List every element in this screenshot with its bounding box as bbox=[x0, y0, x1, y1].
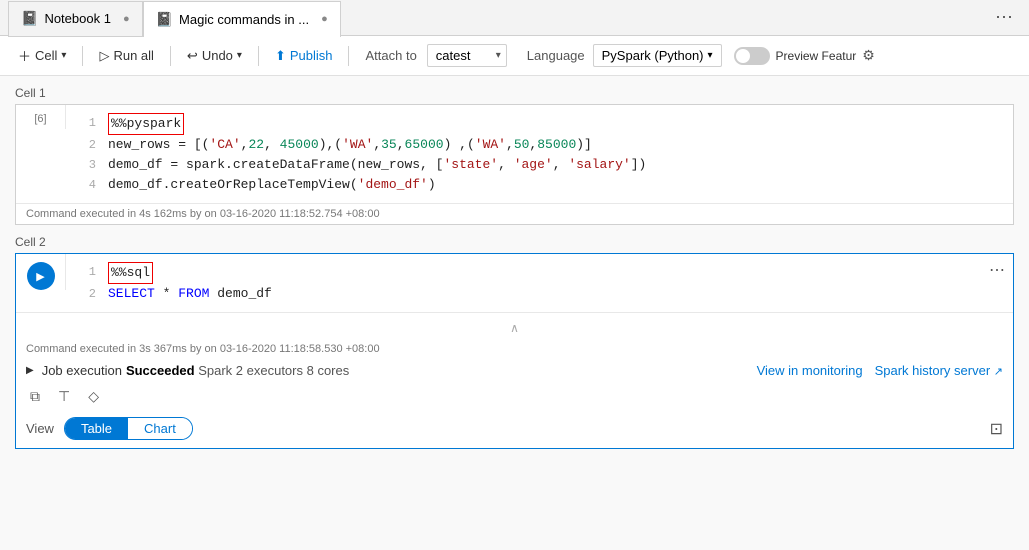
cell2-container: ▶ 1 %%sql 2 SELECT * FROM demo_df ⋯ ∧ Co… bbox=[15, 253, 1014, 449]
cell2-run-button[interactable]: ▶ bbox=[27, 262, 55, 290]
publish-button[interactable]: ⬆ Publish bbox=[267, 44, 341, 68]
cell1-magic-box: %%pyspark bbox=[108, 113, 184, 135]
cell2-output-area: ∧ Command executed in 3s 367ms by on 03-… bbox=[16, 312, 1013, 448]
cell1-code1: %%pyspark bbox=[108, 113, 184, 135]
cell1-run-area: [6] bbox=[16, 105, 66, 129]
external-link-icon: ↗ bbox=[994, 366, 1003, 378]
tab-bar: 📓 Notebook 1 ● 📓 Magic commands in ... ●… bbox=[0, 0, 1029, 36]
separator3 bbox=[258, 46, 259, 66]
tab-magic-commands[interactable]: 📓 Magic commands in ... ● bbox=[143, 1, 341, 37]
job-status-value: Succeeded bbox=[126, 363, 195, 378]
export-icon[interactable]: ⊡ bbox=[990, 419, 1003, 439]
cell-btn-label: Cell bbox=[35, 48, 57, 63]
undo-chevron-icon: ▾ bbox=[237, 50, 242, 61]
output-icons: ⧉ ⊤ ◇ bbox=[26, 382, 1003, 411]
cell2-footer: Command executed in 3s 367ms by on 03-16… bbox=[26, 339, 1003, 359]
tab-notebook1[interactable]: 📓 Notebook 1 ● bbox=[8, 1, 143, 37]
attach-to-select-wrapper: catest bbox=[427, 44, 507, 67]
plus-icon: ＋ bbox=[18, 46, 31, 65]
separator4 bbox=[348, 46, 349, 66]
tab-magic-commands-label: Magic commands in ... bbox=[179, 12, 309, 27]
cell1-linenum2: 2 bbox=[76, 135, 96, 155]
output-divider: ∧ bbox=[26, 321, 1003, 335]
cell1-linenum4: 4 bbox=[76, 175, 96, 195]
cell1-linenum1: 1 bbox=[76, 113, 96, 133]
notebook-icon: 📓 bbox=[21, 10, 38, 27]
cell1-code3: demo_df = spark.createDataFrame(new_rows… bbox=[108, 155, 646, 175]
cell2-label: Cell 2 bbox=[15, 235, 1014, 249]
table-tab[interactable]: Table bbox=[65, 418, 128, 439]
cell2-linenum1: 1 bbox=[76, 262, 96, 282]
language-button[interactable]: PySpark (Python) ▾ bbox=[593, 44, 722, 67]
cell1-line1: 1 %%pyspark bbox=[76, 113, 1003, 135]
cell1-exec-num: [6] bbox=[34, 113, 46, 125]
cell1-container: [6] 1 %%pyspark 2 new_rows = [('CA',22, … bbox=[15, 104, 1014, 225]
language-value: PySpark (Python) bbox=[602, 48, 704, 63]
cell1-code4: demo_df.createOrReplaceTempView('demo_df… bbox=[108, 175, 436, 195]
separator1 bbox=[82, 46, 83, 66]
cell2-linenum2: 2 bbox=[76, 284, 96, 304]
cell2-more-button[interactable]: ⋯ bbox=[981, 254, 1013, 280]
run-all-play-icon: ▷ bbox=[99, 48, 109, 64]
job-row: ▶ Job execution Succeeded Spark 2 execut… bbox=[26, 359, 1003, 382]
cell2-code1: %%sql bbox=[108, 262, 153, 284]
cell2-lines[interactable]: 1 %%sql 2 SELECT * FROM demo_df bbox=[66, 254, 981, 312]
view-label: View bbox=[26, 421, 54, 436]
upload-icon: ⬆ bbox=[275, 48, 286, 64]
toolbar: ＋ Cell ▾ ▷ Run all ↩ Undo ▾ ⬆ Publish At… bbox=[0, 36, 1029, 76]
toggle-thumb bbox=[736, 49, 750, 63]
cell1-line4: 4 demo_df.createOrReplaceTempView('demo_… bbox=[76, 175, 1003, 195]
notebook2-icon: 📓 bbox=[156, 11, 173, 28]
undo-button[interactable]: ↩ Undo ▾ bbox=[179, 44, 250, 68]
run-all-label: Run all bbox=[113, 48, 153, 63]
cell2-run-area[interactable]: ▶ bbox=[16, 254, 66, 290]
tab-notebook1-label: Notebook 1 bbox=[44, 11, 111, 26]
tab-magic-commands-close[interactable]: ● bbox=[321, 13, 328, 25]
cell2-line2: 2 SELECT * FROM demo_df bbox=[76, 284, 971, 304]
main-content: Cell 1 [6] 1 %%pyspark 2 new_rows = [('C… bbox=[0, 76, 1029, 550]
job-spark-info: Spark 2 executors 8 cores bbox=[198, 363, 349, 378]
cell1-footer: Command executed in 4s 162ms by on 03-16… bbox=[16, 203, 1013, 224]
language-label: Language bbox=[527, 48, 585, 63]
cell2-body-row: ▶ 1 %%sql 2 SELECT * FROM demo_df ⋯ bbox=[16, 254, 1013, 312]
view-row: View Table Chart ⊡ bbox=[26, 411, 1003, 442]
cell1-line2: 2 new_rows = [('CA',22, 45000),('WA',35,… bbox=[76, 135, 1003, 155]
cell1-line3: 3 demo_df = spark.createDataFrame(new_ro… bbox=[76, 155, 1003, 175]
cell2-line1: 1 %%sql bbox=[76, 262, 971, 284]
cell2-magic-box: %%sql bbox=[108, 262, 153, 284]
undo-label: Undo bbox=[202, 48, 233, 63]
undo-icon: ↩ bbox=[187, 48, 198, 64]
publish-label: Publish bbox=[290, 48, 333, 63]
filter-icon[interactable]: ⊤ bbox=[54, 386, 74, 407]
attach-to-select[interactable]: catest bbox=[427, 44, 507, 67]
job-execution-label: Job execution bbox=[42, 363, 122, 378]
view-monitoring-link[interactable]: View in monitoring bbox=[757, 363, 863, 378]
cell-chevron-icon: ▾ bbox=[61, 50, 66, 61]
separator2 bbox=[170, 46, 171, 66]
cell2-code2: SELECT * FROM demo_df bbox=[108, 284, 272, 304]
cell1-lines[interactable]: 1 %%pyspark 2 new_rows = [('CA',22, 4500… bbox=[66, 105, 1013, 203]
add-cell-button[interactable]: ＋ Cell ▾ bbox=[10, 42, 74, 69]
copy-icon[interactable]: ⧉ bbox=[26, 386, 44, 407]
cell1-code2: new_rows = [('CA',22, 45000),('WA',35,65… bbox=[108, 135, 592, 155]
job-play-icon: ▶ bbox=[26, 365, 34, 376]
attach-to-label: Attach to bbox=[365, 48, 416, 63]
preview-toggle[interactable]: Preview Featur ⚙ bbox=[734, 47, 875, 65]
tab-notebook1-close[interactable]: ● bbox=[123, 13, 130, 25]
chart-tab[interactable]: Chart bbox=[128, 418, 192, 439]
tab-more-btn[interactable]: ⋯ bbox=[987, 7, 1021, 28]
spark-history-link[interactable]: Spark history server ↗ bbox=[875, 363, 1003, 378]
cell1-label: Cell 1 bbox=[15, 86, 1014, 100]
toggle-track[interactable] bbox=[734, 47, 770, 65]
job-links: View in monitoring Spark history server … bbox=[757, 363, 1003, 378]
settings-icon[interactable]: ⚙ bbox=[862, 47, 875, 64]
spark-history-label: Spark history server bbox=[875, 363, 991, 378]
language-chevron-icon: ▾ bbox=[708, 50, 713, 61]
cell1-linenum3: 3 bbox=[76, 155, 96, 175]
preview-label: Preview Featur bbox=[776, 49, 857, 63]
view-tabs: Table Chart bbox=[64, 417, 193, 440]
cell1-body-row: [6] 1 %%pyspark 2 new_rows = [('CA',22, … bbox=[16, 105, 1013, 203]
clear-icon[interactable]: ◇ bbox=[84, 386, 103, 407]
run-all-button[interactable]: ▷ Run all bbox=[91, 44, 161, 68]
